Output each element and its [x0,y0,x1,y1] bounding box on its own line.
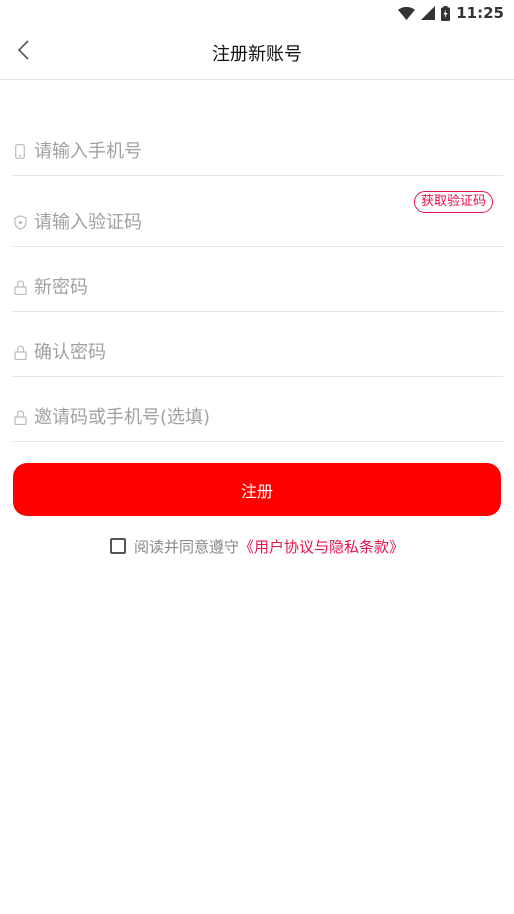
status-bar: 11:25 [0,0,514,26]
signal-icon [421,6,436,20]
lock-icon [12,280,28,296]
confirm-password-input[interactable] [34,337,503,368]
status-time: 11:25 [456,4,504,22]
page-title: 注册新账号 [212,44,302,65]
invite-input[interactable] [34,402,503,433]
phone-icon [12,144,28,160]
new-password-row [12,264,503,312]
agreement-text: 阅读并同意遵守 [133,537,239,556]
lock-icon [12,345,28,361]
shield-icon [12,215,28,231]
wifi-icon [398,6,416,20]
get-code-button[interactable]: 获取验证码 [413,191,493,213]
confirm-password-row [12,329,503,377]
code-row: 获取验证码 [12,191,503,247]
phone-input[interactable] [34,136,503,167]
battery-icon [441,5,451,21]
invite-row [12,394,503,442]
lock-icon [12,410,28,426]
new-password-input[interactable] [34,272,503,303]
agreement-row: 阅读并同意遵守 《用户协议与隐私条款》 [0,533,514,559]
agree-checkbox[interactable] [109,538,126,554]
register-button[interactable]: 注册 [13,463,501,516]
agreement-link[interactable]: 《用户协议与隐私条款》 [239,536,404,557]
nav-bar: 注册新账号 [0,26,514,80]
phone-row [12,128,503,176]
